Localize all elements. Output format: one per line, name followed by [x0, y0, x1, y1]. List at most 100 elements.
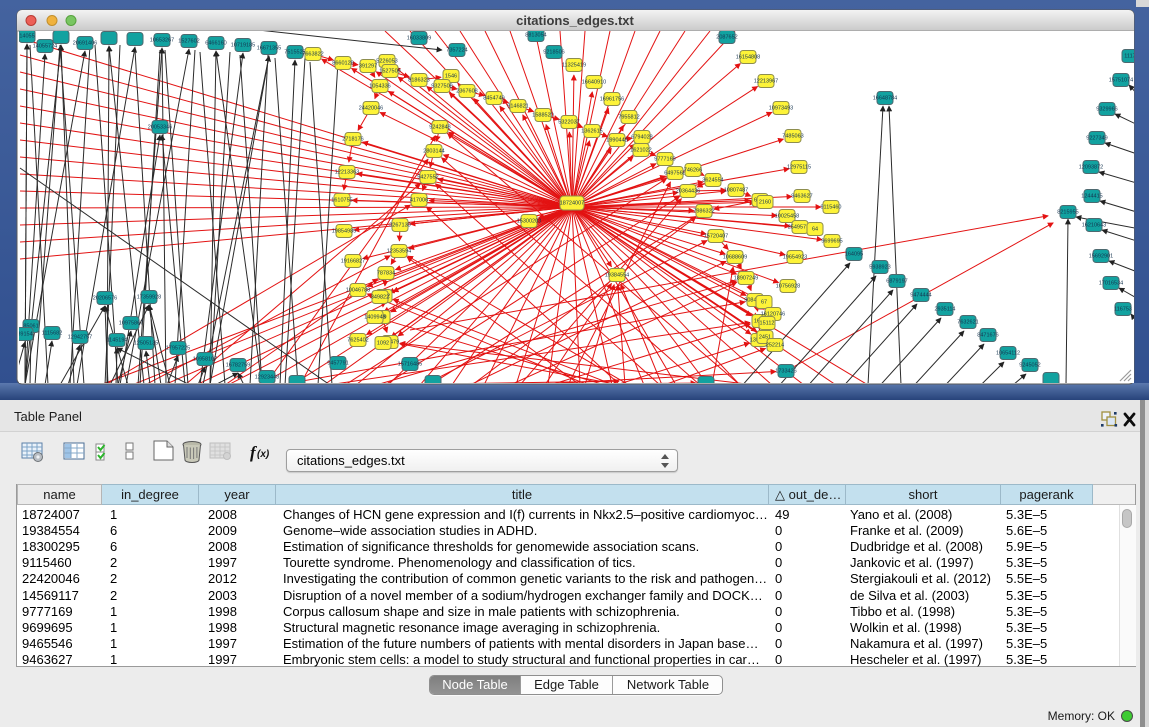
svg-text:6879197: 6879197: [886, 279, 907, 285]
svg-text:9146821: 9146821: [507, 104, 528, 110]
svg-text:1409948: 1409948: [364, 315, 385, 321]
svg-text:39154: 39154: [17, 332, 32, 338]
svg-text:10973493: 10973493: [769, 106, 793, 112]
svg-text:11325419: 11325419: [562, 63, 586, 69]
svg-text:5938923: 5938923: [869, 265, 890, 271]
svg-text:14055724: 14055724: [33, 44, 57, 50]
svg-text:12975115: 12975115: [787, 165, 811, 171]
svg-text:24420046: 24420046: [359, 106, 383, 112]
svg-text:116753: 116753: [1114, 307, 1132, 313]
svg-text:19384554: 19384554: [605, 273, 629, 279]
svg-text:20364436: 20364436: [676, 189, 700, 195]
svg-text:1733426: 1733426: [775, 369, 796, 375]
svg-text:8454749: 8454749: [483, 96, 504, 102]
svg-text:746266: 746266: [684, 168, 702, 174]
svg-text:7357224: 7357224: [446, 48, 467, 54]
svg-text:9474444: 9474444: [910, 293, 931, 299]
svg-text:16154808: 16154808: [736, 55, 760, 61]
svg-text:1054336: 1054336: [369, 84, 390, 90]
svg-text:9699695: 9699695: [821, 239, 842, 245]
svg-text:3624554: 3624554: [702, 178, 723, 184]
svg-text:9115460: 9115460: [820, 205, 841, 211]
svg-text:252214: 252214: [766, 343, 784, 349]
svg-text:1145194: 1145194: [106, 338, 127, 344]
svg-text:15300203: 15300203: [517, 219, 541, 225]
svg-text:2803144: 2803144: [423, 149, 444, 155]
svg-text:787834: 787834: [377, 271, 395, 277]
svg-text:9457791: 9457791: [327, 361, 348, 367]
svg-text:9227349: 9227349: [1086, 136, 1107, 142]
svg-text:20691406: 20691406: [73, 41, 97, 47]
svg-text:7663822: 7663822: [302, 52, 323, 58]
svg-text:2718176: 2718176: [342, 137, 363, 143]
svg-text:5322037: 5322037: [558, 120, 579, 126]
svg-text:64: 64: [812, 227, 818, 233]
svg-text:17957225: 17957225: [166, 346, 190, 352]
svg-text:9245052: 9245052: [1019, 363, 1040, 369]
svg-text:1610755: 1610755: [331, 198, 352, 204]
svg-text:2160: 2160: [759, 200, 771, 206]
svg-text:12093872: 12093872: [1079, 165, 1103, 171]
svg-text:2935114: 2935114: [934, 307, 955, 313]
svg-text:15692901: 15692901: [1089, 254, 1113, 260]
svg-text:391297: 391297: [359, 64, 377, 70]
svg-text:20053346: 20053346: [148, 125, 172, 131]
svg-text:9463627: 9463627: [791, 194, 812, 200]
svg-text:10975867: 10975867: [119, 321, 143, 327]
svg-text:6466160: 6466160: [205, 41, 226, 47]
svg-text:8813054: 8813054: [525, 33, 546, 39]
svg-text:164095: 164095: [845, 252, 863, 258]
svg-text:15112: 15112: [760, 321, 775, 327]
svg-text:8471676: 8471676: [977, 333, 998, 339]
svg-text:(x): (x): [257, 449, 270, 460]
svg-text:10046788: 10046788: [346, 288, 370, 294]
svg-text:9427552: 9427552: [417, 175, 438, 181]
svg-text:16648784: 16648784: [873, 96, 897, 102]
svg-text:9777169: 9777169: [654, 157, 675, 163]
svg-text:8215955: 8215955: [1057, 210, 1078, 216]
svg-text:1115682: 1115682: [42, 331, 63, 337]
svg-text:citations_edges.txt: citations_edges.txt: [516, 13, 634, 28]
svg-text:10719185: 10719185: [231, 43, 255, 49]
svg-text:8660128: 8660128: [332, 61, 353, 67]
svg-text:19654923: 19654923: [783, 255, 807, 261]
svg-text:1546: 1546: [445, 74, 457, 80]
svg-text:19166827: 19166827: [341, 259, 365, 265]
svg-text:15751074: 15751074: [1109, 78, 1133, 84]
svg-text:17359928: 17359928: [137, 295, 161, 301]
svg-text:1527602: 1527602: [178, 39, 199, 45]
svg-text:18724007: 18724007: [560, 201, 584, 207]
svg-text:7955812: 7955812: [618, 115, 639, 121]
svg-text:1527509: 1527509: [379, 69, 400, 75]
svg-text:12213363: 12213363: [335, 170, 359, 176]
svg-text:1362615: 1362615: [581, 129, 602, 135]
svg-text:1621022: 1621022: [630, 148, 651, 154]
svg-text:19854985: 19854985: [332, 229, 356, 235]
svg-text:10688609: 10688609: [723, 255, 747, 261]
svg-text:16033809: 16033809: [407, 36, 431, 42]
svg-text:67: 67: [761, 300, 767, 306]
svg-text:9327508: 9327508: [431, 84, 452, 90]
svg-text:10756928: 10756928: [776, 284, 800, 290]
svg-text:7986322: 7986322: [693, 209, 714, 215]
svg-text:17016534: 17016534: [1099, 281, 1123, 287]
svg-text:15720407: 15720407: [704, 234, 728, 240]
svg-text:5226053: 5226053: [376, 59, 397, 65]
svg-text:1588520: 1588520: [532, 113, 553, 119]
svg-text:16210643: 16210643: [1082, 223, 1106, 229]
svg-text:1990448: 1990448: [606, 138, 627, 144]
svg-text:7625402: 7625402: [347, 338, 368, 344]
svg-text:417006: 417006: [410, 198, 428, 204]
svg-text:15716485: 15716485: [398, 362, 422, 368]
svg-text:10654112: 10654112: [996, 351, 1020, 357]
svg-text:16671355: 16671355: [257, 46, 281, 52]
svg-text:20206576: 20206576: [93, 296, 117, 302]
svg-text:8186323: 8186323: [408, 78, 429, 84]
svg-text:2087652: 2087652: [716, 35, 737, 41]
svg-text:10807487: 10807487: [724, 188, 748, 194]
svg-text:2367608: 2367608: [456, 89, 477, 95]
svg-text:12505135: 12505135: [134, 341, 158, 347]
svg-text:10958107: 10958107: [193, 357, 217, 363]
svg-text:9218506: 9218506: [543, 50, 564, 56]
svg-text:6794028: 6794028: [631, 135, 652, 141]
